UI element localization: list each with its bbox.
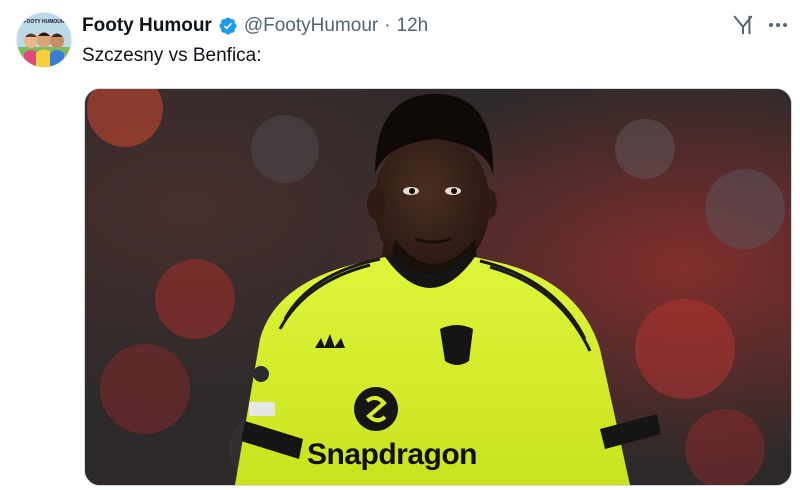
author-handle[interactable]: @FootyHumour <box>244 15 378 37</box>
verified-badge-icon <box>219 17 237 35</box>
avatar-label: FOOTY HUMOUR <box>23 19 64 25</box>
more-icon[interactable] <box>766 14 790 36</box>
avatar[interactable]: FOOTY HUMOUR <box>16 12 72 68</box>
tweet-photo[interactable]: Snapdragon <box>84 88 792 486</box>
tweet-text: Szczesny vs Benfica: <box>82 45 262 66</box>
timestamp[interactable]: 12h <box>397 15 429 37</box>
separator-dot: · <box>384 15 391 36</box>
grok-icon[interactable] <box>732 14 754 36</box>
author-name[interactable]: Footy Humour <box>82 15 212 37</box>
photo-illustration <box>85 89 791 485</box>
tweet-header: Footy Humour @FootyHumour · 12h <box>82 14 428 38</box>
shirt-sponsor-text: Snapdragon <box>307 438 478 471</box>
